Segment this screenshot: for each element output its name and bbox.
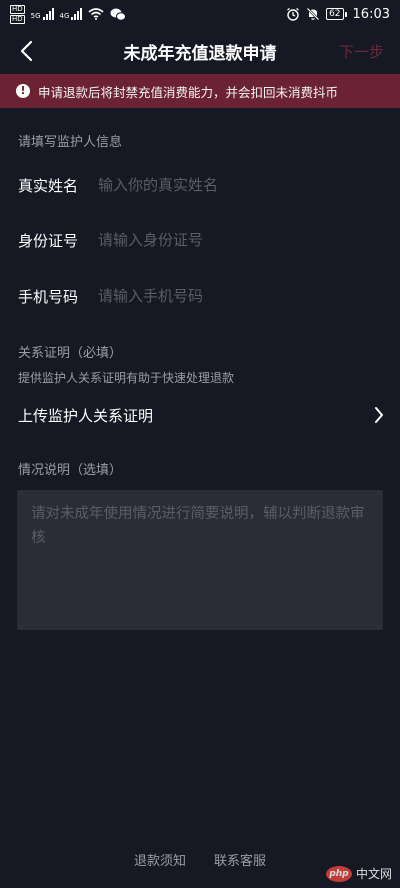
chevron-left-icon [20, 40, 33, 62]
phone-number-input[interactable] [98, 287, 382, 305]
nav-bar: 未成年充值退款申请 下一步 [0, 28, 400, 74]
relation-section-title: 关系证明（必填） [18, 346, 123, 361]
watermark: php 中文网 [325, 865, 392, 882]
battery-icon: 62 [326, 8, 347, 20]
status-right: 62 16:03 [286, 7, 390, 22]
signal-icon-2: 4G [60, 8, 83, 20]
phone-number-row: 手机号码 [18, 281, 382, 311]
watermark-logo: php [325, 865, 352, 882]
phone-number-label: 手机号码 [18, 287, 79, 306]
id-number-row: 身份证号 [18, 225, 382, 255]
network-left-label: 5G [30, 12, 41, 20]
id-number-label: 身份证号 [18, 231, 79, 250]
warning-text: 申请退款后将封禁充值消费能力，并会扣回未消费抖币 [38, 84, 339, 100]
real-name-input[interactable] [98, 176, 382, 194]
hd-tags: HD HD [10, 4, 25, 24]
hd-tag-2: HD [10, 14, 25, 24]
next-step-button[interactable]: 下一步 [339, 41, 384, 62]
battery-level: 62 [326, 8, 344, 20]
page-title: 未成年充值退款申请 [123, 43, 277, 64]
relation-section-subtitle: 提供监护人关系证明有助于快速处理退款 [18, 371, 235, 385]
exclamation-icon: ! [16, 84, 30, 98]
refund-application-page: HD HD 5G 4G 62 16:03 未成年充值退款申请 下一步 ! 申请退… [0, 0, 400, 888]
id-number-input[interactable] [98, 231, 382, 249]
watermark-text: 中文网 [355, 867, 392, 881]
wechat-icon [110, 8, 127, 21]
refund-notice-link[interactable]: 退款须知 [134, 850, 186, 874]
situation-textarea-container [17, 490, 383, 630]
status-left: HD HD 5G 4G [10, 4, 127, 24]
real-name-label: 真实姓名 [18, 176, 79, 195]
contact-service-link[interactable]: 联系客服 [214, 850, 266, 874]
situation-textarea[interactable] [17, 490, 383, 630]
upload-relation-proof-button[interactable]: 上传监护人关系证明 [18, 400, 386, 430]
back-button[interactable] [14, 38, 38, 64]
status-bar: HD HD 5G 4G 62 16:03 [0, 0, 400, 28]
wifi-icon [88, 8, 104, 20]
mute-icon [306, 7, 320, 21]
real-name-row: 真实姓名 [18, 170, 382, 200]
status-time: 16:03 [352, 6, 390, 22]
hd-tag-1: HD [10, 4, 25, 14]
situation-section-title: 情况说明（选填） [18, 463, 123, 478]
warning-banner: ! 申请退款后将封禁充值消费能力，并会扣回未消费抖币 [0, 74, 400, 108]
guardian-section-title: 请填写监护人信息 [18, 135, 123, 150]
alarm-icon [287, 7, 299, 21]
upload-relation-proof-label: 上传监护人关系证明 [18, 406, 154, 425]
signal-icon: 5G [31, 8, 54, 20]
chevron-right-icon [372, 405, 386, 425]
network-right-label: 4G [59, 12, 70, 20]
